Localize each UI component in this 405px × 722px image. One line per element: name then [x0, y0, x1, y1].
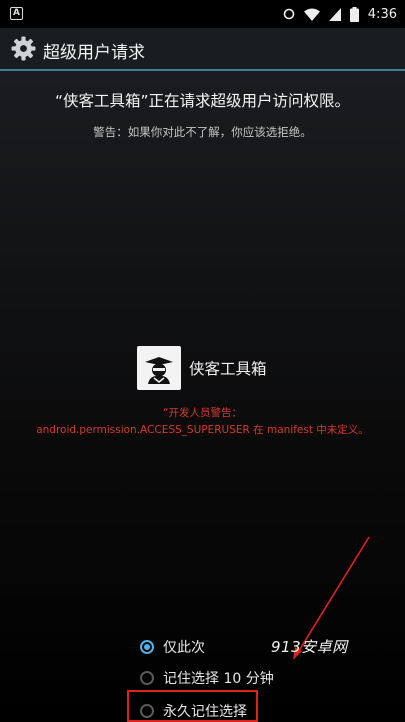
knight-icon: [145, 357, 173, 384]
app-icon: [137, 346, 181, 390]
app-name: 侠客工具箱: [189, 360, 267, 378]
signal-icon: [328, 7, 341, 21]
watermark: 913安卓网: [271, 638, 348, 656]
request-warning: 警告：如果你对此不了解，你应该选拒绝。: [93, 125, 312, 139]
option-remember-10-min[interactable]: 记住选择 10 分钟: [140, 668, 274, 688]
developer-warning-line2: android.permission.ACCESS_SUPERUSER 在 ma…: [36, 424, 369, 436]
option-remember-10-min-label: 记住选择 10 分钟: [163, 671, 274, 687]
highlight-box: [127, 690, 258, 722]
superuser-request-dialog: “侠客工具箱”正在请求超级用户访问权限。 警告：如果你对此不了解，你应该选拒绝。…: [0, 71, 405, 720]
status-bar: A 4:36: [0, 0, 405, 28]
requesting-app: 侠客工具箱: [137, 346, 267, 390]
app-bar: 超级用户请求: [0, 28, 405, 71]
developer-warning-line1: “开发人员警告：: [163, 407, 242, 419]
notification-icon: A: [10, 7, 23, 20]
radio-selected-icon[interactable]: [140, 640, 154, 654]
clock: 4:36: [367, 6, 397, 22]
battery-icon: [349, 6, 359, 22]
developer-warning: “开发人员警告： android.permission.ACCESS_SUPER…: [0, 405, 405, 439]
status-icons: 4:36: [283, 6, 397, 22]
radio-unselected-icon[interactable]: [140, 671, 154, 685]
option-once-label: 仅此次: [163, 640, 205, 656]
gear-icon: [11, 36, 36, 61]
circle-indicator-icon: [283, 8, 295, 20]
wifi-icon: [303, 8, 320, 21]
page-title: 超级用户请求: [43, 43, 145, 63]
request-headline: “侠客工具箱”正在请求超级用户访问权限。: [54, 92, 351, 110]
option-once[interactable]: 仅此次: [140, 637, 205, 657]
